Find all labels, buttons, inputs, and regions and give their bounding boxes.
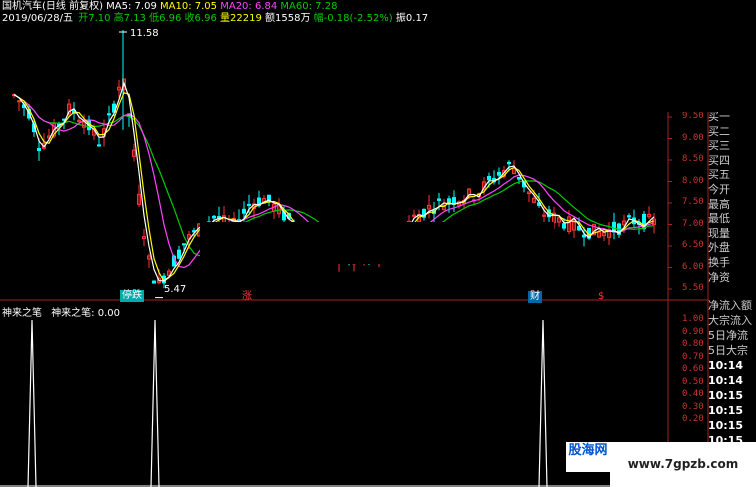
amount-value: 额1558万	[265, 13, 311, 24]
price-tick: 6.50	[682, 240, 704, 250]
candle-body	[562, 223, 566, 229]
indicator-tick: 0.30	[682, 401, 704, 412]
ma60-value: MA60: 7.28	[280, 1, 338, 12]
indicator-title: 神来之笔 神来之笔: 0.00	[2, 304, 120, 319]
badge-s[interactable]: $	[596, 291, 606, 303]
close-value: 收6.96	[184, 13, 217, 24]
price-tick: 8.50	[682, 154, 704, 164]
sidebar-outer: 外盘	[708, 241, 730, 255]
indicator-spike	[27, 319, 37, 487]
sidebar-buy2: 买二	[708, 124, 730, 138]
indicator-name: 神来之笔	[2, 308, 42, 319]
candle-body	[107, 113, 111, 116]
indicator-tick: 1.00	[682, 314, 704, 324]
sidebar2-5d-net: 5日净流	[708, 329, 748, 342]
sidebar2-time-4: 10:15	[708, 404, 744, 417]
price-tick: 8.00	[682, 175, 704, 186]
watermark-url[interactable]: www.7gpzb.com	[610, 442, 756, 487]
sidebar-buy5: 买五	[708, 168, 730, 182]
ma5-value: MA5: 7.09	[106, 1, 157, 12]
sidebar2-time-2: 10:14	[708, 374, 744, 387]
watermark-logo: 股海网	[566, 442, 610, 472]
indicator-tick: 0.70	[682, 351, 704, 362]
sidebar2-block-inflow: 大宗流入	[708, 314, 752, 327]
indicator-tick: 0.60	[682, 364, 704, 374]
indicator-tick: 0.20	[682, 414, 704, 424]
price-tick: 7.00	[682, 218, 704, 229]
candle-body	[497, 171, 501, 176]
date-value: 2019/06/28/五	[2, 13, 74, 24]
badge-cai[interactable]: 财	[528, 291, 542, 303]
flow-sidebar: 净流入额 大宗流入 5日净流 5日大宗 10:14 10:14 10:15 10…	[708, 298, 756, 448]
candle-body	[447, 198, 451, 204]
volume-value: 量22219	[220, 13, 262, 24]
candle-body	[182, 243, 186, 246]
redaction-top-right	[428, 0, 756, 112]
price-tick: 7.50	[682, 197, 704, 207]
candle-body	[37, 148, 41, 151]
indicator-tick: 0.90	[682, 326, 704, 337]
price-tick: 9.50	[682, 111, 704, 121]
candle-body	[242, 208, 246, 214]
candle-body	[177, 249, 181, 259]
candle-body	[212, 215, 216, 219]
sidebar2-time-3: 10:15	[708, 389, 744, 402]
sidebar-volume: 现量	[708, 226, 730, 240]
price-tick: 9.00	[682, 132, 704, 143]
sidebar2-net-inflow: 净流入额	[708, 299, 752, 312]
sidebar-low: 最低	[708, 212, 730, 226]
high-value: 高7.13	[113, 13, 146, 24]
ma10-value: MA10: 7.05	[160, 1, 218, 12]
change-value: 幅-0.18(-2.52%)	[313, 13, 393, 24]
sidebar-turnover: 换手	[708, 255, 730, 269]
open-value: 开7.10	[78, 13, 111, 24]
candle-body	[582, 234, 586, 238]
candle-body	[97, 144, 101, 147]
candle-body	[507, 161, 511, 165]
low-price-label: 5.47	[164, 284, 187, 295]
candle-body	[247, 203, 251, 206]
candle-body	[487, 175, 491, 181]
badge-zhang[interactable]: 涨	[240, 291, 254, 303]
candle-body	[152, 280, 156, 284]
candle-body	[437, 198, 441, 201]
stock-title: 国机汽车(日线 前复权)	[2, 1, 103, 12]
sidebar-net-assets: 净资	[708, 270, 730, 284]
indicator-value: 神来之笔: 0.00	[51, 308, 121, 319]
badge-ting[interactable]: 停跌	[120, 290, 144, 302]
indicator-spike	[538, 319, 548, 487]
ohlc-header: 2019/06/28/五 开7.10 高7.13 低6.96 收6.96 量22…	[2, 12, 472, 26]
indicator-tick: 0.80	[682, 339, 704, 349]
sidebar-buy1: 买一	[708, 110, 730, 123]
sidebar-open: 今开	[708, 182, 730, 196]
sidebar2-5d-block: 5日大宗	[708, 344, 748, 357]
quote-sidebar: 买一 买二 买三 买四 买五 今开 最高 最低 现量 外盘 换手 净资	[708, 110, 756, 285]
sidebar-buy3: 买三	[708, 139, 730, 153]
high-price-label: 11.58	[130, 28, 159, 39]
candle-body	[517, 176, 521, 180]
redaction-middle	[200, 222, 554, 264]
indicator-tick: 0.50	[682, 376, 704, 387]
candle-body	[627, 215, 631, 218]
price-tick: 5.50	[682, 283, 704, 293]
sidebar-buy4: 买四	[708, 153, 730, 167]
indicator-spike	[150, 319, 160, 487]
indicator-tick: 0.40	[682, 389, 704, 399]
ma20-value: MA20: 6.84	[220, 1, 278, 12]
sidebar2-time-1: 10:14	[708, 359, 744, 372]
price-tick: 6.00	[682, 261, 704, 272]
sidebar2-time-5: 10:15	[708, 419, 744, 432]
candle-body	[17, 100, 21, 103]
sidebar-high: 最高	[708, 197, 730, 211]
low-value: 低6.96	[149, 13, 182, 24]
